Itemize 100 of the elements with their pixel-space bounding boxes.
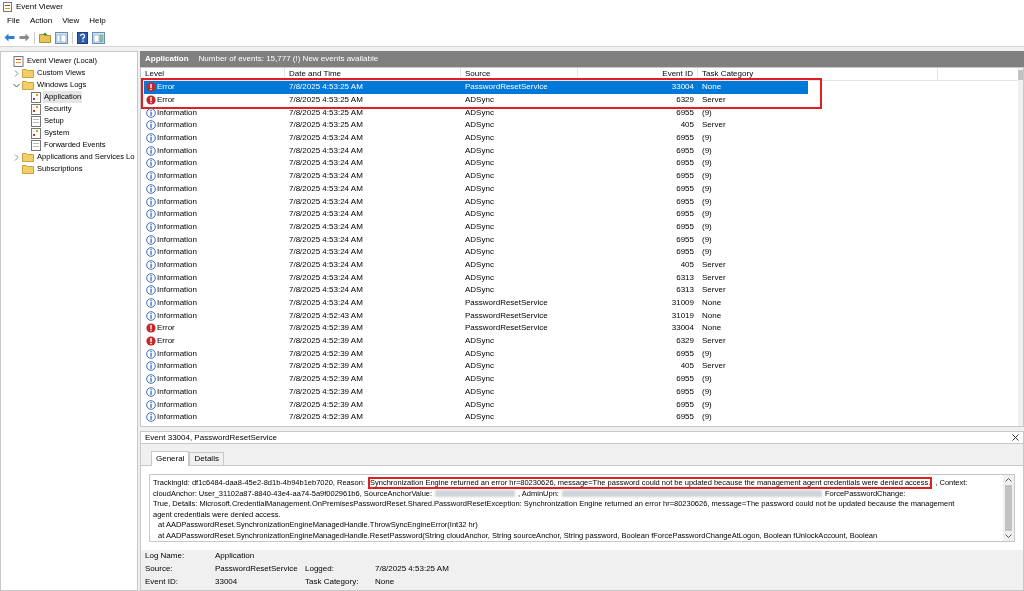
column-header[interactable]: Task Category (698, 68, 938, 80)
log-viewer-icon (13, 55, 24, 67)
date-cell-text: 7/8/2025 4:53:24 AM (288, 297, 364, 310)
event-row[interactable]: Information 7/8/2025 4:53:24 AM ADSync 6955 (9) (144, 182, 808, 196)
event-row[interactable]: Information 7/8/2025 4:52:39 AM ADSync 6955 (9) (144, 398, 808, 411)
event-row[interactable]: Information 7/8/2025 4:53:25 AM ADSync 405 Server (144, 119, 808, 132)
column-header[interactable]: Event ID (578, 68, 698, 80)
event-row[interactable]: Information 7/8/2025 4:52:39 AM ADSync 6955 (9) (144, 347, 808, 361)
source-cell-text: ADSync (464, 94, 495, 107)
task-category-cell-text: (9) (701, 157, 713, 170)
forward-arrow-icon[interactable] (19, 33, 30, 42)
event-row[interactable]: Information 7/8/2025 4:52:39 AM ADSync 6955 (9) (144, 410, 808, 424)
event-row[interactable]: Information 7/8/2025 4:52:39 AM ADSync 6955 (9) (144, 372, 808, 386)
event-row[interactable]: Information 7/8/2025 4:53:24 AM ADSync 6955 (9) (144, 157, 808, 170)
log-icon (31, 103, 41, 115)
scroll-thumb[interactable] (1018, 70, 1023, 80)
level-cell: Information (157, 258, 198, 271)
event-id-cell-text: 31019 (670, 309, 695, 322)
level-cell: Error (157, 335, 175, 348)
info-icon (146, 348, 156, 359)
details-tab[interactable]: Details (189, 452, 224, 465)
collapsed-caret-icon[interactable] (13, 153, 20, 161)
level-cell: Information (157, 297, 198, 310)
date-cell-text: 7/8/2025 4:53:24 AM (288, 233, 364, 246)
task-category-cell-text: (9) (701, 132, 713, 145)
event-id-cell-text: 6955 (675, 157, 695, 170)
scroll-down-icon[interactable] (1005, 534, 1012, 538)
column-header[interactable]: Level (141, 68, 285, 80)
column-header[interactable]: Date and Time (285, 68, 461, 80)
info-icon (146, 183, 156, 194)
source-cell-text: PasswordResetService (464, 322, 549, 335)
event-id-cell-text: 6955 (675, 246, 695, 259)
date-cell-text: 7/8/2025 4:52:39 AM (288, 335, 364, 348)
event-row[interactable]: Error 7/8/2025 4:53:25 AM ADSync 6329 Server (144, 93, 808, 107)
source-cell-text: ADSync (464, 157, 495, 170)
info-icon (146, 285, 156, 296)
event-row[interactable]: Information 7/8/2025 4:53:25 AM ADSync 6955 (9) (144, 106, 808, 120)
event-row[interactable]: Information 7/8/2025 4:53:24 AM PasswordResetService 31009 None (144, 296, 808, 310)
event-row[interactable]: Information 7/8/2025 4:53:24 AM ADSync 6313 Server (144, 271, 808, 284)
menu-item[interactable]: Help (84, 15, 111, 27)
event-row[interactable]: Information 7/8/2025 4:53:24 AM ADSync 6955 (9) (144, 207, 808, 221)
event-row[interactable]: Error 7/8/2025 4:53:25 AM PasswordResetService 33004 None (144, 81, 808, 94)
level-cell: Information (157, 170, 198, 183)
info-icon (146, 247, 156, 258)
event-id-cell-text: 6955 (675, 220, 695, 233)
panel-icon[interactable] (92, 31, 105, 44)
collapsed-caret-icon[interactable] (13, 69, 20, 77)
folder-up-icon[interactable] (39, 32, 51, 43)
event-row[interactable]: Information 7/8/2025 4:52:39 AM ADSync 6955 (9) (144, 385, 808, 399)
event-id-cell-text: 6313 (675, 284, 695, 297)
scrollbar[interactable] (1003, 475, 1014, 541)
event-row[interactable]: Information 7/8/2025 4:53:24 AM ADSync 6955 (9) (144, 144, 808, 158)
event-row[interactable]: Information 7/8/2025 4:53:24 AM ADSync 6955 (9) (144, 195, 808, 208)
source-cell-text: PasswordResetService (464, 81, 549, 94)
event-id-cell-text: 6329 (675, 94, 695, 107)
expanded-caret-icon[interactable] (13, 81, 20, 89)
task-category-cell-text: (9) (701, 208, 713, 221)
event-id-cell-text: 6955 (675, 208, 695, 221)
event-row[interactable]: Information 7/8/2025 4:53:24 AM ADSync 6955 (9) (144, 220, 808, 234)
source-cell-text: ADSync (464, 106, 495, 119)
event-row[interactable]: Information 7/8/2025 4:53:24 AM ADSync 6955 (9) (144, 233, 808, 246)
level-cell: Information (157, 373, 198, 386)
event-row[interactable]: Information 7/8/2025 4:52:39 AM ADSync 405 Server (144, 360, 808, 373)
event-row[interactable]: Information 7/8/2025 4:53:24 AM ADSync 6313 Server (144, 284, 808, 297)
event-id-cell-text: 6955 (675, 182, 695, 195)
date-cell-text: 7/8/2025 4:52:43 AM (288, 309, 364, 322)
level-cell: Information (157, 119, 198, 132)
source-cell-text: ADSync (464, 195, 495, 208)
source-cell-text: ADSync (464, 208, 495, 221)
scrollbar[interactable] (1018, 68, 1023, 426)
details-tab[interactable]: General (151, 451, 190, 466)
event-row[interactable]: Information 7/8/2025 4:52:43 AM PasswordResetService 31019 None (144, 309, 808, 323)
menu-item[interactable]: Action (24, 15, 58, 27)
help-icon[interactable] (77, 31, 88, 44)
scroll-up-icon[interactable] (1005, 478, 1012, 482)
event-row[interactable]: Error 7/8/2025 4:52:39 AM ADSync 6329 Server (144, 334, 808, 348)
source-cell-text: ADSync (464, 335, 495, 348)
panel-icon[interactable] (55, 31, 68, 44)
column-header[interactable]: Source (461, 68, 578, 80)
level-cell: Information (157, 144, 198, 157)
event-row[interactable]: Error 7/8/2025 4:52:39 AM PasswordResetService 33004 None (144, 322, 808, 335)
level-cell: Information (157, 157, 198, 170)
event-row[interactable]: Information 7/8/2025 4:53:24 AM ADSync 6955 (9) (144, 169, 808, 183)
task-category-cell-text: (9) (701, 182, 713, 195)
menu-item[interactable]: File (2, 15, 25, 27)
event-id-cell-text: 6329 (675, 335, 695, 348)
event-row[interactable]: Information 7/8/2025 4:53:24 AM ADSync 405 Server (144, 258, 808, 272)
menu-item[interactable]: View (57, 15, 85, 27)
property-label: Task Category: (305, 575, 360, 588)
date-cell-text: 7/8/2025 4:52:39 AM (288, 347, 364, 360)
back-arrow-icon[interactable] (4, 33, 15, 42)
task-category-cell-text: None (701, 297, 723, 310)
source-cell-text: ADSync (464, 385, 495, 398)
event-row[interactable]: Information 7/8/2025 4:53:24 AM ADSync 6955 (9) (144, 245, 808, 259)
close-icon[interactable] (1012, 434, 1019, 441)
info-icon (146, 209, 156, 220)
event-row[interactable]: Information 7/8/2025 4:53:24 AM ADSync 6955 (9) (144, 131, 808, 145)
scroll-thumb[interactable] (1005, 485, 1012, 531)
event-id-cell-text: 405 (679, 119, 695, 132)
error-icon (146, 95, 156, 106)
